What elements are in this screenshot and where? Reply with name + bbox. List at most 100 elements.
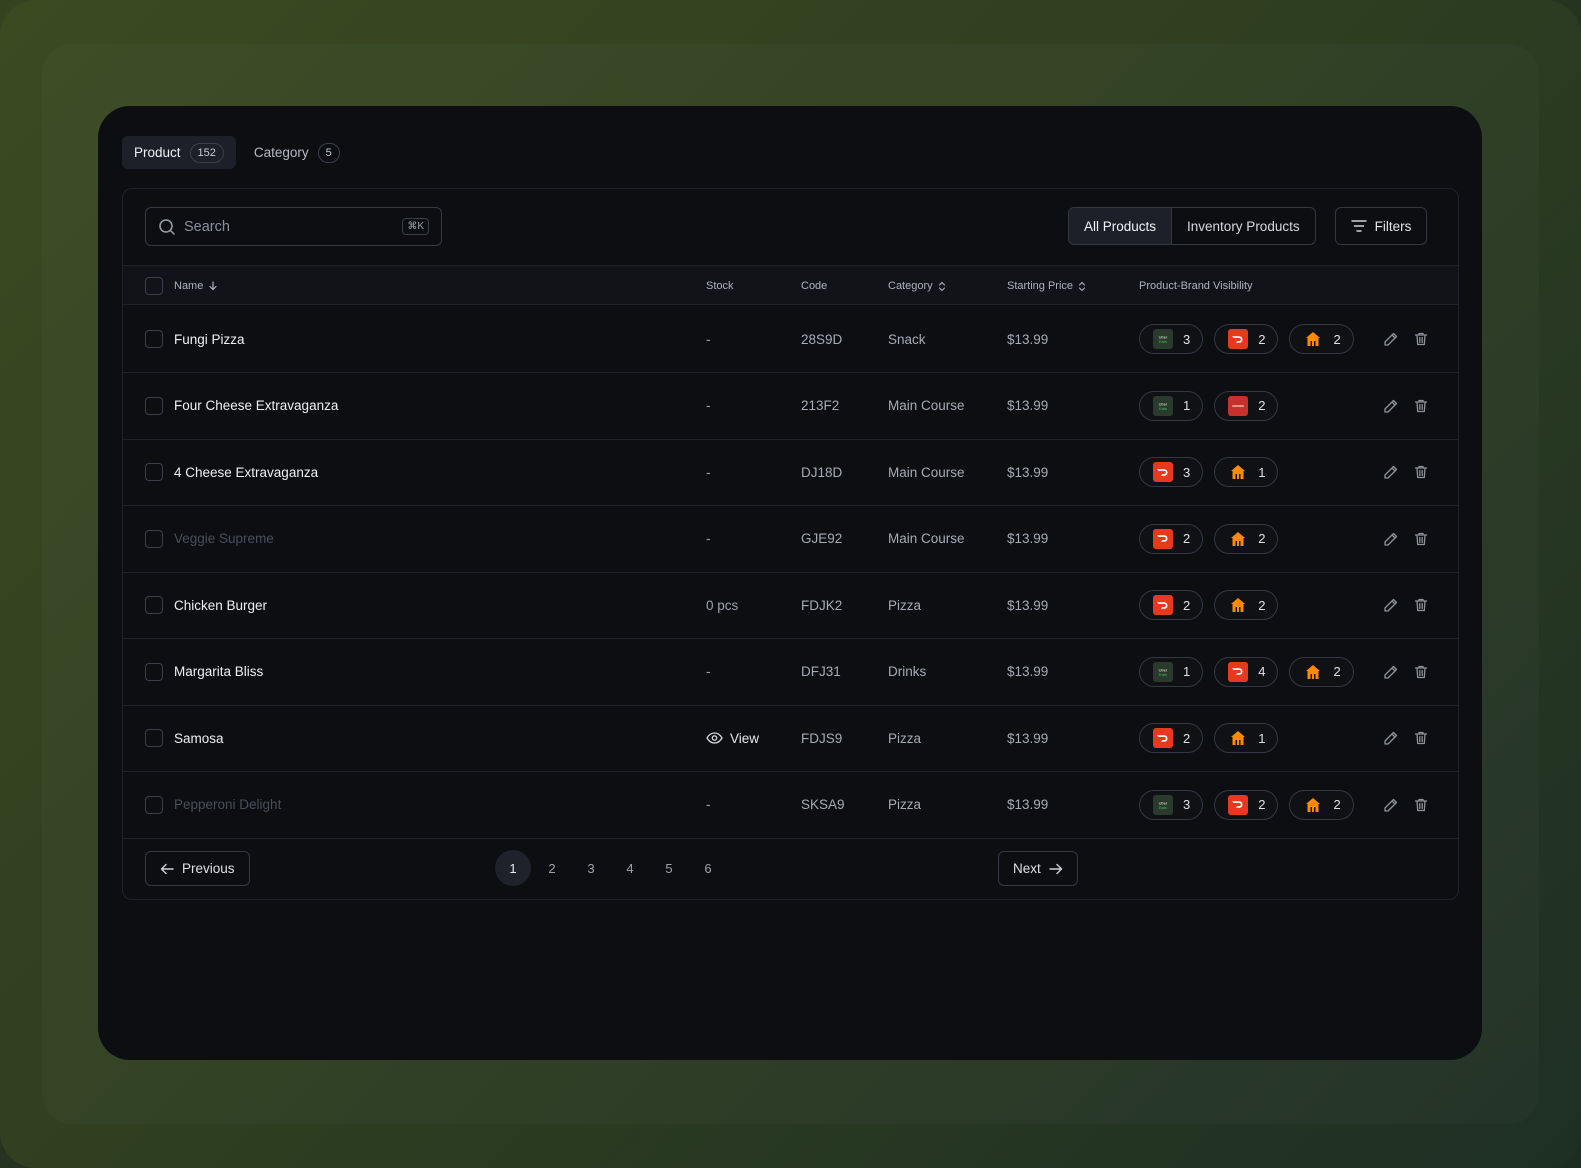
page-4-button[interactable]: 4 — [612, 850, 648, 886]
delete-trash-icon[interactable] — [1413, 531, 1429, 547]
page-1-button[interactable]: 1 — [495, 850, 531, 886]
view-stock-link[interactable]: View — [706, 731, 759, 746]
table-row[interactable]: Margarita Bliss - DFJ31 Drinks $13.99 Ub… — [123, 639, 1458, 706]
tab-product[interactable]: Product 152 — [122, 136, 236, 169]
pagination: Previous 123456 Next — [123, 839, 1458, 901]
brand-visibility-pill[interactable]: 2 — [1214, 324, 1279, 354]
delete-trash-icon[interactable] — [1413, 398, 1429, 414]
table-row[interactable]: Veggie Supreme - GJE92 Main Course $13.9… — [123, 506, 1458, 573]
select-all-checkbox[interactable] — [145, 277, 163, 295]
table-row[interactable]: Samosa View FDJS9 Pizza $13.99 2 1 — [123, 705, 1458, 772]
all-products-button[interactable]: All Products — [1069, 208, 1173, 244]
product-name: 4 Cheese Extravaganza — [174, 464, 319, 480]
row-checkbox[interactable] — [145, 529, 163, 548]
next-button[interactable]: Next — [998, 851, 1078, 886]
arrow-right-icon — [1049, 863, 1063, 875]
search-box[interactable]: ⌘K — [145, 207, 442, 246]
delete-trash-icon[interactable] — [1413, 730, 1429, 746]
product-name: Samosa — [174, 730, 224, 746]
uber-eats-logo-icon: Uber Eats — [1153, 329, 1173, 349]
column-visibility: Product-Brand Visibility — [1139, 266, 1253, 306]
page-5-button[interactable]: 5 — [651, 850, 687, 886]
edit-pencil-icon[interactable] — [1383, 730, 1399, 746]
product-code: GJE92 — [801, 531, 843, 546]
table-row[interactable]: Chicken Burger 0 pcs FDJK2 Pizza $13.99 … — [123, 572, 1458, 639]
page-3-button[interactable]: 3 — [573, 850, 609, 886]
brand-count: 2 — [1258, 597, 1266, 613]
brand-visibility-pill[interactable]: 2 — [1289, 789, 1354, 820]
inventory-products-button[interactable]: Inventory Products — [1172, 208, 1315, 244]
brand-count: 2 — [1258, 331, 1266, 347]
delete-trash-icon[interactable] — [1413, 597, 1429, 613]
svg-text:Eats: Eats — [1159, 406, 1167, 411]
brand-visibility-pill[interactable]: Uber Eats 3 — [1139, 324, 1204, 354]
column-name[interactable]: Name — [174, 266, 218, 306]
uber-eats-logo-icon: Uber Eats — [1153, 661, 1173, 682]
table-row[interactable]: Fungi Pizza - 28S9D Snack $13.99 Uber Eat… — [123, 306, 1458, 373]
brand-visibility-pill[interactable]: 2 — [1214, 523, 1279, 554]
delete-trash-icon[interactable] — [1413, 797, 1429, 813]
edit-pencil-icon[interactable] — [1383, 398, 1399, 414]
column-category[interactable]: Category — [888, 266, 946, 306]
edit-pencil-icon[interactable] — [1383, 331, 1399, 347]
brand-visibility-pill[interactable]: 1 — [1214, 723, 1279, 753]
brand-visibility-pill[interactable]: 2 — [1139, 590, 1204, 620]
brand-visibility-pill[interactable]: 2 — [1289, 324, 1354, 354]
delete-trash-icon[interactable] — [1413, 664, 1429, 680]
delete-trash-icon[interactable] — [1413, 331, 1429, 347]
previous-button[interactable]: Previous — [145, 851, 250, 886]
arrow-left-icon — [160, 863, 174, 875]
row-checkbox[interactable] — [145, 662, 163, 681]
brand-count: 2 — [1258, 531, 1266, 546]
doordash-logo-icon — [1153, 595, 1173, 615]
edit-pencil-icon[interactable] — [1383, 597, 1399, 613]
starting-price: $13.99 — [1007, 797, 1049, 812]
row-checkbox[interactable] — [145, 795, 163, 814]
brand-visibility-pill[interactable]: 4 — [1214, 656, 1279, 687]
brand-visibility-pill[interactable]: 2 — [1214, 390, 1279, 421]
edit-pencil-icon[interactable] — [1383, 531, 1399, 547]
edit-pencil-icon[interactable] — [1383, 464, 1399, 480]
table-row[interactable]: Four Cheese Extravaganza - 213F2 Main Co… — [123, 373, 1458, 440]
brand-visibility-pill[interactable]: 2 — [1139, 523, 1204, 554]
edit-pencil-icon[interactable] — [1383, 664, 1399, 680]
brand-visibility-cell: 2 2 — [1139, 506, 1279, 572]
search-input[interactable] — [184, 218, 403, 235]
row-actions — [1383, 705, 1429, 771]
row-checkbox[interactable] — [145, 396, 163, 415]
page-2-button[interactable]: 2 — [534, 850, 570, 886]
brand-visibility-pill[interactable]: 3 — [1139, 457, 1204, 487]
brand-visibility-pill[interactable]: Uber Eats 1 — [1139, 656, 1204, 687]
search-icon — [158, 218, 176, 236]
product-code: 28S9D — [801, 331, 843, 347]
brand-visibility-pill[interactable]: 2 — [1214, 789, 1279, 820]
filters-button[interactable]: Filters — [1335, 207, 1427, 245]
stock-cell: 0 pcs — [706, 572, 738, 638]
delete-trash-icon[interactable] — [1413, 464, 1429, 480]
edit-pencil-icon[interactable] — [1383, 797, 1399, 813]
row-checkbox[interactable] — [145, 596, 163, 614]
doordash-logo-icon — [1228, 794, 1249, 815]
stock-cell: - — [706, 439, 711, 505]
column-price[interactable]: Starting Price — [1007, 266, 1086, 306]
row-checkbox[interactable] — [145, 330, 163, 348]
page-6-button[interactable]: 6 — [690, 850, 726, 886]
row-select-cell — [145, 306, 163, 372]
table-row[interactable]: Pepperoni Delight - SKSA9 Pizza $13.99 U… — [123, 772, 1458, 839]
row-checkbox[interactable] — [145, 729, 163, 747]
brand-visibility-pill[interactable]: 2 — [1214, 590, 1279, 620]
stock-value: - — [706, 331, 711, 347]
brand-visibility-pill[interactable]: 2 — [1289, 656, 1354, 687]
brand-visibility-pill[interactable]: Uber Eats 3 — [1139, 789, 1204, 820]
tab-category[interactable]: Category 5 — [242, 136, 352, 169]
brand-visibility-pill[interactable]: 2 — [1139, 723, 1204, 753]
brand-visibility-pill[interactable]: 1 — [1214, 457, 1279, 487]
row-checkbox[interactable] — [145, 463, 163, 481]
row-actions — [1383, 772, 1429, 838]
table-row[interactable]: 4 Cheese Extravaganza - DJ18D Main Cours… — [123, 439, 1458, 506]
starting-price: $13.99 — [1007, 664, 1049, 679]
product-type-toggle: All Products Inventory Products — [1068, 207, 1316, 245]
stock-cell: - — [706, 506, 711, 572]
brand-visibility-cell: Uber Eats 3 2 2 — [1139, 772, 1354, 838]
brand-visibility-pill[interactable]: Uber Eats 1 — [1139, 390, 1204, 421]
